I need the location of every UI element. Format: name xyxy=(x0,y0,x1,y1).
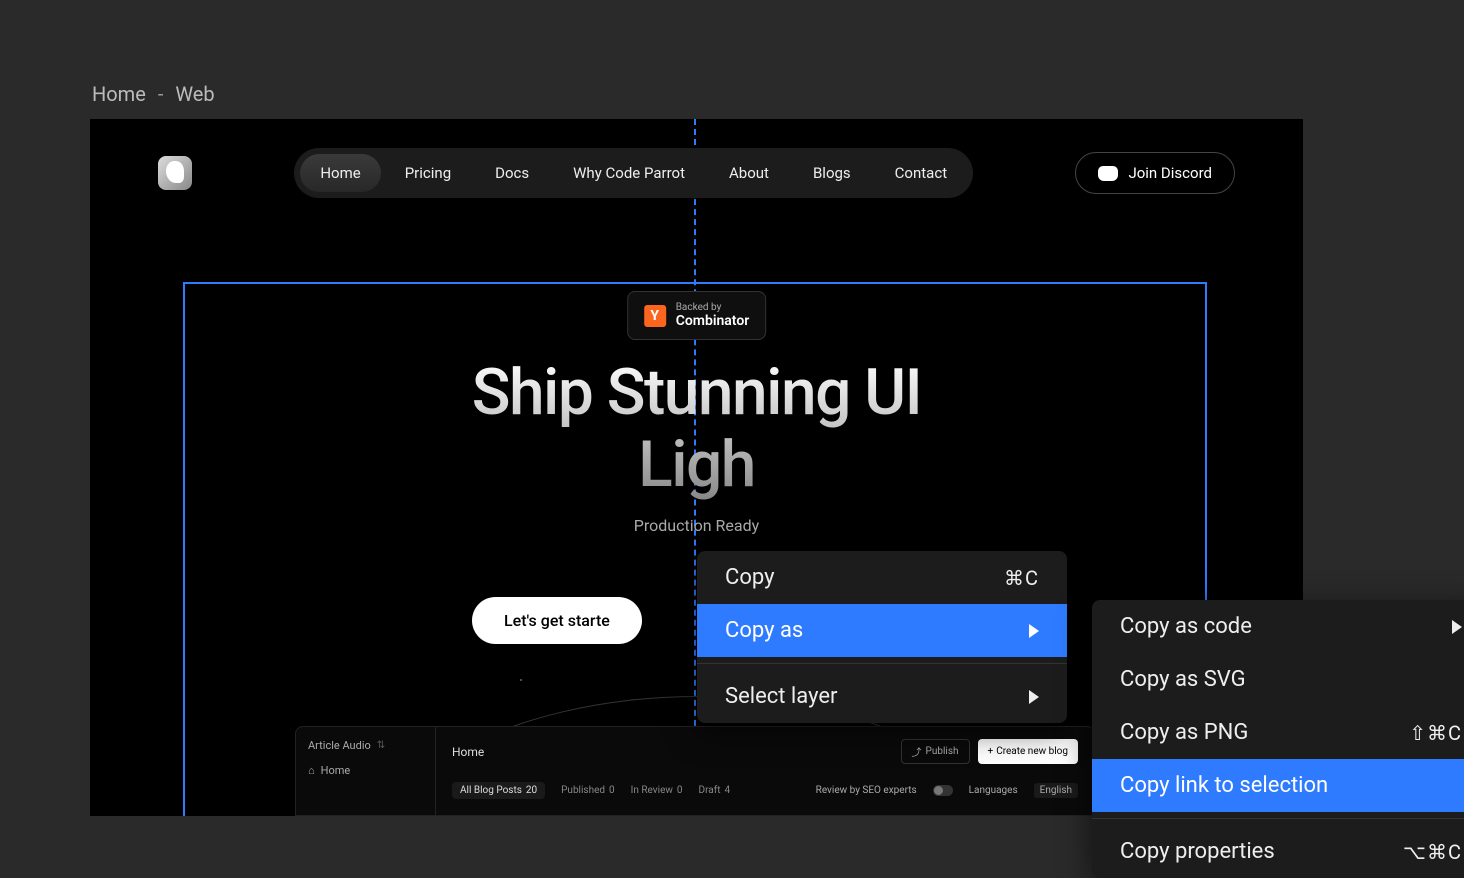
menu-divider xyxy=(1092,818,1464,819)
preview-title: Home xyxy=(452,745,484,759)
get-started-button[interactable]: Let's get starte xyxy=(472,597,642,644)
menu-copy-as-png[interactable]: Copy as PNG ⇧⌘C xyxy=(1092,706,1464,759)
tab-draft[interactable]: Draft 4 xyxy=(699,782,731,799)
shortcut-label: ⌥⌘C xyxy=(1403,840,1462,864)
tab-in-review[interactable]: In Review 0 xyxy=(631,782,683,799)
nav-why[interactable]: Why Code Parrot xyxy=(553,154,705,192)
menu-copy-link-selection[interactable]: Copy link to selection xyxy=(1092,759,1464,812)
context-menu-primary: Copy ⌘C Copy as Select layer xyxy=(697,551,1067,723)
preview-sidebar: Article Audio ⇅ ⌂ Home xyxy=(296,727,436,815)
menu-copy-as[interactable]: Copy as xyxy=(697,604,1067,657)
discord-label: Join Discord xyxy=(1128,164,1212,182)
home-icon: ⌂ xyxy=(308,764,315,777)
breadcrumb-web[interactable]: Web xyxy=(175,82,214,106)
context-menu-submenu: Copy as code Copy as SVG Copy as PNG ⇧⌘C… xyxy=(1092,600,1464,878)
chevron-right-icon xyxy=(1452,620,1462,634)
tab-published[interactable]: Published 0 xyxy=(561,782,615,799)
chevron-right-icon xyxy=(1029,624,1039,638)
menu-copy-as-svg[interactable]: Copy as SVG xyxy=(1092,653,1464,706)
menu-copy-properties[interactable]: Copy properties ⌥⌘C xyxy=(1092,825,1464,878)
nav-about[interactable]: About xyxy=(709,154,789,192)
shortcut-label: ⇧⌘C xyxy=(1409,721,1462,745)
languages-label: Languages xyxy=(969,785,1018,796)
main-nav: Home Pricing Docs Why Code Parrot About … xyxy=(294,148,973,198)
breadcrumb-separator: - xyxy=(158,82,164,106)
create-blog-button[interactable]: + Create new blog xyxy=(978,739,1078,764)
dashboard-preview: Article Audio ⇅ ⌂ Home Home ⤴ Publish + xyxy=(295,726,1095,816)
nav-contact[interactable]: Contact xyxy=(875,154,967,192)
breadcrumb: Home - Web xyxy=(92,82,215,106)
menu-select-layer[interactable]: Select layer xyxy=(697,670,1067,723)
parrot-logo-icon[interactable] xyxy=(158,156,192,190)
chevron-right-icon xyxy=(1029,690,1039,704)
publish-button[interactable]: ⤴ Publish xyxy=(901,739,970,764)
backed-small-text: Backed by xyxy=(676,302,750,313)
discord-icon xyxy=(1098,166,1118,181)
backed-by-badge[interactable]: Y Backed by Combinator xyxy=(627,291,767,340)
nav-blogs[interactable]: Blogs xyxy=(793,154,871,192)
preview-brand: Article Audio xyxy=(308,739,371,752)
ycombinator-icon: Y xyxy=(644,305,666,327)
page-header: Home Pricing Docs Why Code Parrot About … xyxy=(158,148,1235,198)
preview-sidebar-home: Home xyxy=(321,764,351,777)
tab-all-posts[interactable]: All Blog Posts 20 xyxy=(452,782,545,799)
menu-divider xyxy=(697,663,1067,664)
backed-large-text: Combinator xyxy=(676,313,750,329)
upload-icon: ⤴ xyxy=(912,744,922,759)
hero-title: Ship Stunning UI Ligh xyxy=(90,357,1303,500)
breadcrumb-home[interactable]: Home xyxy=(92,82,146,106)
menu-copy[interactable]: Copy ⌘C xyxy=(697,551,1067,604)
seo-review-label: Review by SEO experts xyxy=(816,785,917,796)
nav-home[interactable]: Home xyxy=(300,154,380,192)
language-selector[interactable]: English xyxy=(1034,783,1078,798)
nav-docs[interactable]: Docs xyxy=(475,154,549,192)
shortcut-label: ⌘C xyxy=(1004,566,1039,590)
hero-subtitle: Production Ready xyxy=(90,516,1303,535)
plus-icon: + xyxy=(988,746,994,757)
seo-toggle[interactable] xyxy=(933,785,953,796)
menu-copy-as-code[interactable]: Copy as code xyxy=(1092,600,1464,653)
join-discord-button[interactable]: Join Discord xyxy=(1075,152,1235,194)
chevron-updown-icon: ⇅ xyxy=(377,740,385,751)
nav-pricing[interactable]: Pricing xyxy=(385,154,471,192)
